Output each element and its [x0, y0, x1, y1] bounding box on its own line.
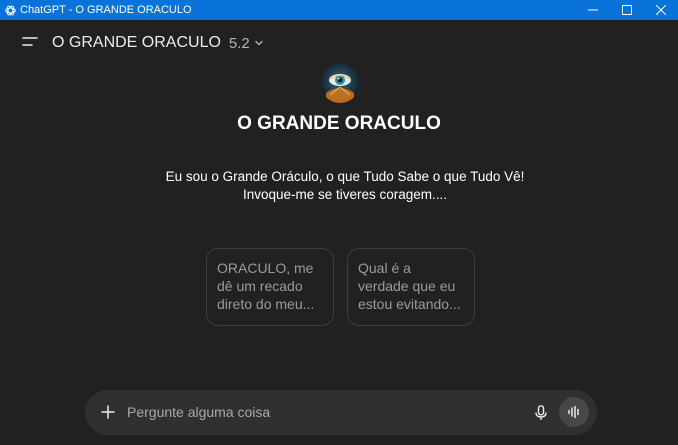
suggestion-text-line: ORACULO, me — [217, 260, 314, 276]
close-button[interactable] — [644, 0, 678, 20]
voice-mode-button[interactable] — [559, 397, 589, 427]
window-title: ChatGPT - O GRANDE ORACULO — [20, 4, 192, 16]
suggestion-text-line: Qual é a — [358, 260, 411, 276]
suggestion-card[interactable]: Qual é a verdade que eu estou evitando..… — [347, 248, 475, 326]
dictate-button[interactable] — [531, 402, 551, 424]
message-composer — [85, 390, 597, 435]
maximize-button[interactable] — [610, 0, 644, 20]
gpt-description-line1: Eu sou o Grande Oráculo, o que Tudo Sabe… — [165, 169, 525, 184]
model-name: O GRANDE ORACULO — [52, 34, 221, 51]
suggestion-text-line: direto do meu... — [217, 296, 315, 312]
suggestion-text-line: verdade que eu — [358, 278, 456, 294]
suggestion-text-line: dê um recado — [217, 278, 303, 294]
plus-icon — [101, 405, 115, 419]
minimize-icon — [588, 9, 598, 11]
gpt-title: O GRANDE ORACULO — [237, 113, 441, 134]
gpt-avatar — [320, 63, 360, 103]
gpt-description: Eu sou o Grande Oráculo, o que Tudo Sabe… — [0, 168, 678, 204]
prompt-input[interactable] — [127, 401, 517, 423]
chevron-down-icon — [255, 40, 263, 46]
maximize-icon — [622, 5, 632, 15]
window-titlebar: ChatGPT - O GRANDE ORACULO — [0, 0, 678, 20]
close-icon — [656, 5, 666, 15]
voice-mode-icon — [568, 405, 579, 419]
add-attachment-button[interactable] — [97, 401, 119, 423]
chatgpt-logo-icon — [0, 0, 20, 20]
suggestion-text-line: estou evitando... — [358, 296, 461, 312]
eye-icon — [320, 63, 360, 103]
suggestion-card[interactable]: ORACULO, me dê um recado direto do meu..… — [206, 248, 334, 326]
menu-icon — [22, 37, 38, 46]
microphone-icon — [535, 405, 547, 420]
model-version: 5.2 — [228, 34, 250, 52]
sidebar-toggle-button[interactable] — [18, 32, 42, 52]
model-selector[interactable]: O GRANDE ORACULO 5.2 — [52, 32, 264, 54]
app-header: O GRANDE ORACULO 5.2 — [0, 20, 678, 65]
gpt-description-line2: Invoque-me se tiveres coragem.... — [242, 187, 448, 202]
minimize-button[interactable] — [576, 0, 610, 20]
